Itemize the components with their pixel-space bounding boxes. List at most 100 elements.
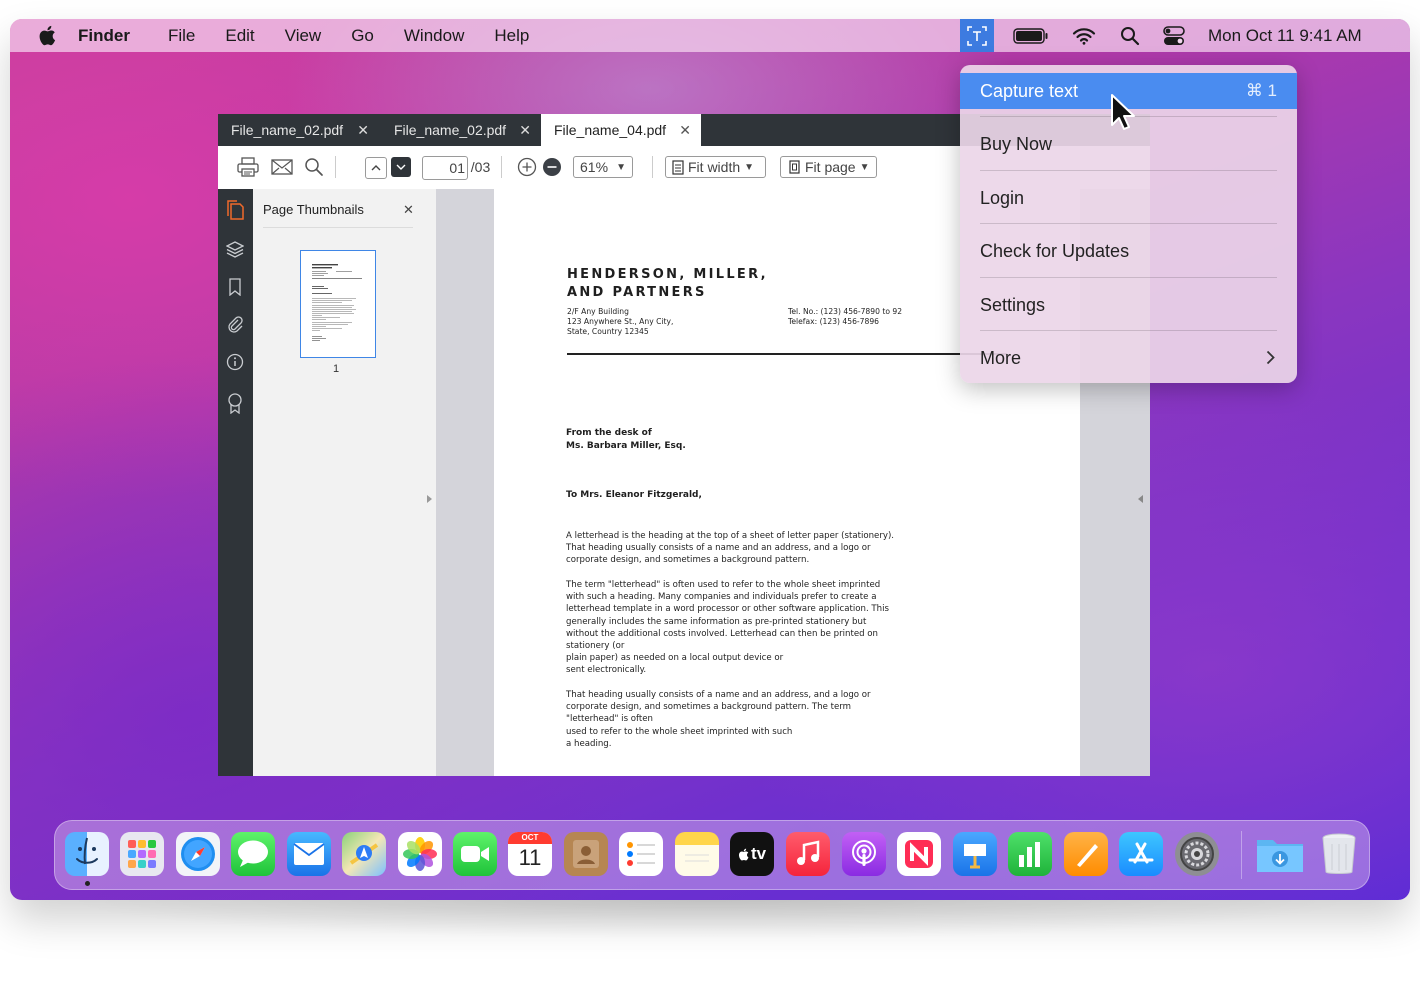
certificate-icon[interactable] (225, 393, 245, 414)
tab-file-3-active[interactable]: File_name_04.pdf ✕ (541, 114, 701, 146)
music-icon[interactable] (786, 832, 830, 876)
paragraph-line: without the additional costs involved. L… (566, 628, 878, 639)
tab-file-2[interactable]: File_name_02.pdf ✕ (379, 114, 541, 146)
facetime-icon[interactable] (453, 832, 497, 876)
page-number-input[interactable]: 01 (422, 156, 468, 180)
salutation: To Mrs. Eleanor Fitzgerald, (566, 490, 702, 500)
thumbnail-preview-graphic (312, 264, 362, 341)
calendar-icon[interactable]: OCT 11 (508, 832, 552, 876)
zoom-in-icon[interactable] (516, 156, 538, 178)
menu-window[interactable]: Window (404, 26, 464, 46)
menu-item-check-for-updates[interactable]: Check for Updates (960, 233, 1297, 269)
downloads-folder-icon[interactable] (1255, 832, 1305, 876)
control-center-icon[interactable] (1163, 19, 1185, 52)
tab-label: File_name_02.pdf (394, 122, 507, 138)
launchpad-icon[interactable] (120, 832, 164, 876)
address-line: 123 Anywhere St., Any City, (567, 317, 674, 327)
menu-view[interactable]: View (285, 26, 322, 46)
menu-separator (980, 277, 1277, 278)
menu-help[interactable]: Help (494, 26, 529, 46)
zoom-select[interactable]: 61% ▼ (573, 156, 633, 178)
zoom-out-icon[interactable] (541, 156, 563, 178)
notes-icon[interactable] (675, 832, 719, 876)
tab-file-1[interactable]: File_name_02.pdf ✕ (218, 114, 379, 146)
dock-divider (1241, 831, 1242, 879)
battery-icon[interactable] (1013, 19, 1049, 52)
from-line: Ms. Barbara Miller, Esq. (566, 440, 686, 451)
maps-icon[interactable] (342, 832, 386, 876)
expand-right-panel-arrow-icon[interactable] (1138, 495, 1143, 503)
fit-width-button[interactable]: Fit width ▼ (665, 156, 766, 178)
pages-icon[interactable] (1064, 832, 1108, 876)
contacts-icon[interactable] (564, 832, 608, 876)
wifi-icon[interactable] (1072, 19, 1096, 52)
shortcut-label: ⌘ 1 (1245, 81, 1277, 100)
menu-app-name[interactable]: Finder (78, 26, 130, 46)
page-total: /03 (470, 159, 491, 175)
from-line: From the desk of (566, 428, 652, 438)
menu-item-label: Buy Now (980, 133, 1053, 154)
calendar-month: OCT (508, 832, 552, 844)
close-panel-icon[interactable]: ✕ (403, 202, 414, 218)
email-icon[interactable] (270, 156, 294, 178)
dock: OCT 11 tv (54, 820, 1370, 890)
menu-clock[interactable]: Mon Oct 11 9:41 AM (1208, 19, 1362, 52)
print-icon[interactable] (236, 156, 260, 178)
apple-icon[interactable] (36, 25, 58, 47)
paragraph-line: "letterhead" is often (566, 714, 654, 725)
news-icon[interactable] (897, 832, 941, 876)
thumbnails-panel-title: Page Thumbnails (263, 202, 364, 217)
paragraph-line: stationery (or (566, 641, 625, 652)
window-shadow (60, 900, 1360, 940)
paragraph-line: used to refer to the whole sheet imprint… (566, 726, 793, 737)
capture-text-status-icon[interactable] (960, 19, 994, 52)
podcasts-icon[interactable] (842, 832, 886, 876)
running-indicator (85, 881, 90, 886)
letterhead-address: 2/F Any Building 123 Anywhere St., Any C… (567, 307, 673, 338)
search-icon[interactable] (303, 156, 325, 178)
next-page-button[interactable] (391, 157, 411, 177)
paragraph-line: letterhead template in a word processor … (566, 604, 889, 615)
reminders-icon[interactable] (619, 832, 663, 876)
mail-icon[interactable] (287, 832, 331, 876)
chevron-right-icon (1266, 350, 1275, 365)
thumbnails-icon[interactable] (225, 200, 245, 220)
mouse-pointer-icon (1110, 93, 1138, 138)
finder-icon[interactable] (65, 832, 109, 876)
photos-icon[interactable] (398, 832, 442, 876)
app-store-icon[interactable] (1119, 832, 1163, 876)
paragraph-line: plain paper) as needed on a local output… (566, 653, 784, 664)
trash-icon[interactable] (1317, 832, 1361, 876)
attachment-icon[interactable] (225, 314, 245, 334)
bookmark-icon[interactable] (225, 277, 245, 297)
apple-tv-icon[interactable]: tv (730, 832, 774, 876)
paragraph-3: That heading usually consists of a name … (566, 689, 871, 750)
menu-file[interactable]: File (168, 26, 195, 46)
menu-item-login[interactable]: Login (960, 180, 1297, 216)
spotlight-search-icon[interactable] (1120, 19, 1140, 52)
menu-item-more[interactable]: More (960, 340, 1297, 376)
collapse-panel-arrow-icon[interactable] (427, 495, 432, 503)
numbers-icon[interactable] (1008, 832, 1052, 876)
page-thumbnail[interactable] (300, 250, 376, 358)
messages-icon[interactable] (231, 832, 275, 876)
info-icon[interactable] (225, 352, 245, 372)
layers-icon[interactable] (225, 239, 245, 259)
previous-page-button[interactable] (365, 157, 387, 179)
safari-icon[interactable] (176, 832, 220, 876)
paragraph-line: A letterhead is the heading at the top o… (566, 531, 895, 541)
from-block: From the desk of Ms. Barbara Miller, Esq… (566, 427, 686, 452)
keynote-icon[interactable] (953, 832, 997, 876)
fit-page-button[interactable]: Fit page ▼ (780, 156, 877, 178)
menu-item-label: More (980, 347, 1022, 368)
menu-item-settings[interactable]: Settings (960, 287, 1297, 323)
menu-bar: Finder File Edit View Go Window Help (10, 19, 1410, 52)
menu-go[interactable]: Go (351, 26, 374, 46)
letterhead-company-line-2: AND PARTNERS (567, 285, 707, 300)
close-tab-icon[interactable]: ✕ (679, 122, 691, 139)
apple-glyph-icon (738, 848, 749, 861)
close-tab-icon[interactable]: ✕ (357, 122, 369, 139)
close-tab-icon[interactable]: ✕ (519, 122, 531, 139)
system-preferences-icon[interactable] (1175, 832, 1219, 876)
menu-edit[interactable]: Edit (225, 26, 254, 46)
